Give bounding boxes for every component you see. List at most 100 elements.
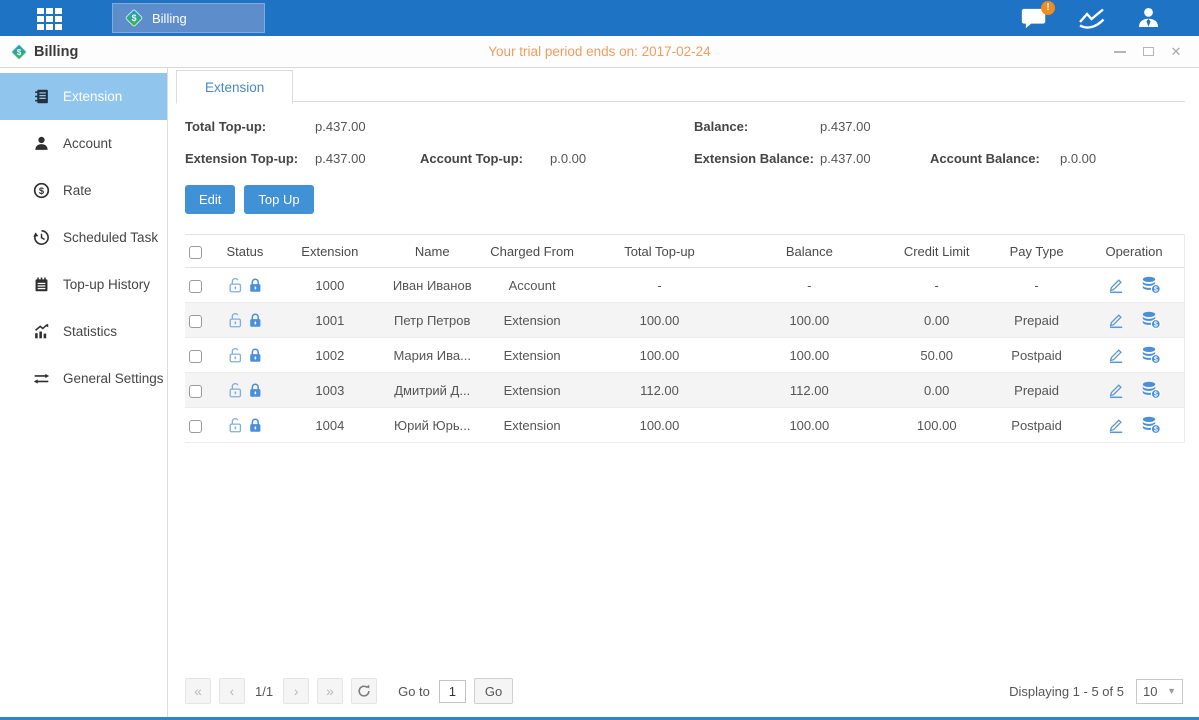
edit-row-icon[interactable] bbox=[1107, 276, 1125, 294]
balance-summary: Total Top-up: p.437.00 Balance: p.437.00… bbox=[185, 119, 1185, 166]
svg-text:$: $ bbox=[17, 47, 22, 56]
charged-from-cell: Extension bbox=[480, 338, 585, 373]
top-bar: $ Billing ! bbox=[0, 0, 1199, 36]
charged-from-cell: Extension bbox=[480, 303, 585, 338]
top-up-row-icon[interactable]: $ bbox=[1141, 311, 1161, 329]
sidebar: Extension Account $ Rate bbox=[0, 68, 168, 717]
prev-page-button[interactable]: ‹ bbox=[219, 678, 245, 704]
balance-cell: - bbox=[734, 268, 884, 303]
svg-text:$: $ bbox=[1154, 287, 1158, 294]
last-page-button[interactable]: » bbox=[317, 678, 343, 704]
edit-button[interactable]: Edit bbox=[185, 185, 235, 214]
lock-closed-icon bbox=[247, 311, 263, 329]
table-row[interactable]: 1000 Иван Иванов Account - - - - bbox=[185, 268, 1184, 303]
general-settings-icon bbox=[33, 370, 50, 387]
total-topup-label: Total Top-up: bbox=[185, 119, 315, 134]
go-button[interactable]: Go bbox=[474, 678, 513, 704]
status-cell bbox=[215, 268, 275, 303]
messages-icon[interactable]: ! bbox=[1021, 7, 1048, 30]
edit-row-icon[interactable] bbox=[1107, 311, 1125, 329]
row-checkbox[interactable] bbox=[189, 280, 202, 293]
balance-cell: 100.00 bbox=[734, 303, 884, 338]
status-cell bbox=[215, 303, 275, 338]
refresh-button[interactable] bbox=[351, 678, 377, 704]
charged-from-cell: Extension bbox=[480, 373, 585, 408]
edit-row-icon[interactable] bbox=[1107, 416, 1125, 434]
row-checkbox[interactable] bbox=[189, 385, 202, 398]
rate-icon: $ bbox=[33, 182, 50, 199]
table-header-row: Status Extension Name Charged From Total… bbox=[185, 235, 1184, 268]
top-up-button[interactable]: Top Up bbox=[244, 185, 313, 214]
sidebar-item-label: Statistics bbox=[63, 324, 117, 339]
sidebar-item-statistics[interactable]: Statistics bbox=[0, 308, 167, 355]
sidebar-item-general-settings[interactable]: General Settings bbox=[0, 355, 167, 402]
taskbar-tab-billing[interactable]: $ Billing bbox=[112, 3, 265, 33]
first-page-button[interactable]: « bbox=[185, 678, 211, 704]
account-balance-label: Account Balance: bbox=[930, 151, 1060, 166]
table-row[interactable]: 1003 Дмитрий Д... Extension 112.00 112.0… bbox=[185, 373, 1184, 408]
svg-text:$: $ bbox=[39, 186, 45, 196]
extension-balance-value: p.437.00 bbox=[820, 151, 930, 166]
name-cell: Иван Иванов bbox=[385, 268, 480, 303]
top-up-row-icon[interactable]: $ bbox=[1141, 381, 1161, 399]
charged-from-cell: Extension bbox=[480, 408, 585, 443]
total-topup-cell: 100.00 bbox=[585, 408, 735, 443]
svg-text:$: $ bbox=[132, 13, 137, 23]
window-title: Billing bbox=[34, 44, 78, 60]
chevron-down-icon: ▼ bbox=[1167, 686, 1176, 696]
sidebar-item-scheduled-task[interactable]: Scheduled Task bbox=[0, 214, 167, 261]
user-account-icon[interactable] bbox=[1136, 6, 1161, 30]
next-page-button[interactable]: › bbox=[283, 678, 309, 704]
sidebar-item-rate[interactable]: $ Rate bbox=[0, 167, 167, 214]
sidebar-item-account[interactable]: Account bbox=[0, 120, 167, 167]
select-all-checkbox[interactable] bbox=[189, 246, 202, 259]
tab-extension[interactable]: Extension bbox=[176, 70, 293, 104]
name-cell: Петр Петров bbox=[385, 303, 480, 338]
account-topup-label: Account Top-up: bbox=[420, 151, 550, 166]
sidebar-item-extension[interactable]: Extension bbox=[0, 73, 167, 120]
edit-row-icon[interactable] bbox=[1107, 346, 1125, 364]
billing-diamond-icon: $ bbox=[10, 43, 28, 61]
top-up-row-icon[interactable]: $ bbox=[1141, 416, 1161, 434]
account-topup-value: p.0.00 bbox=[550, 151, 694, 166]
sidebar-item-label: Scheduled Task bbox=[63, 230, 158, 245]
row-checkbox[interactable] bbox=[189, 350, 202, 363]
sidebar-item-topup-history[interactable]: Top-up History bbox=[0, 261, 167, 308]
status-cell bbox=[215, 338, 275, 373]
credit-limit-cell: - bbox=[884, 268, 989, 303]
table-row[interactable]: 1002 Мария Ива... Extension 100.00 100.0… bbox=[185, 338, 1184, 373]
maximize-icon[interactable] bbox=[1141, 45, 1155, 59]
trial-period-message: Your trial period ends on: 2017-02-24 bbox=[0, 44, 1199, 59]
pay-type-cell: - bbox=[989, 268, 1084, 303]
name-cell: Юрий Юрь... bbox=[385, 408, 480, 443]
pay-type-cell: Postpaid bbox=[989, 338, 1084, 373]
reports-chart-icon[interactable] bbox=[1078, 7, 1106, 29]
table-row[interactable]: 1001 Петр Петров Extension 100.00 100.00… bbox=[185, 303, 1184, 338]
extension-cell: 1003 bbox=[275, 373, 385, 408]
page-size-select[interactable]: 10 ▼ bbox=[1136, 679, 1183, 704]
lock-open-icon bbox=[227, 381, 243, 399]
extension-icon bbox=[33, 88, 50, 105]
page-indicator: 1/1 bbox=[255, 684, 273, 699]
sidebar-item-label: Extension bbox=[63, 89, 122, 104]
table-row[interactable]: 1004 Юрий Юрь... Extension 100.00 100.00… bbox=[185, 408, 1184, 443]
pay-type-cell: Postpaid bbox=[989, 408, 1084, 443]
row-checkbox[interactable] bbox=[189, 420, 202, 433]
extension-cell: 1000 bbox=[275, 268, 385, 303]
status-cell bbox=[215, 408, 275, 443]
row-checkbox[interactable] bbox=[189, 315, 202, 328]
top-up-row-icon[interactable]: $ bbox=[1141, 276, 1161, 294]
minimize-icon[interactable] bbox=[1113, 45, 1127, 59]
name-cell: Мария Ива... bbox=[385, 338, 480, 373]
edit-row-icon[interactable] bbox=[1107, 381, 1125, 399]
svg-text:$: $ bbox=[1154, 392, 1158, 399]
credit-limit-cell: 0.00 bbox=[884, 303, 989, 338]
lock-closed-icon bbox=[247, 276, 263, 294]
total-topup-cell: - bbox=[585, 268, 735, 303]
goto-page-input[interactable] bbox=[439, 680, 466, 703]
account-balance-value: p.0.00 bbox=[1060, 151, 1185, 166]
topup-history-icon bbox=[33, 276, 50, 293]
top-up-row-icon[interactable]: $ bbox=[1141, 346, 1161, 364]
app-launcher-icon[interactable] bbox=[37, 8, 69, 30]
close-icon[interactable]: ✕ bbox=[1169, 45, 1183, 59]
